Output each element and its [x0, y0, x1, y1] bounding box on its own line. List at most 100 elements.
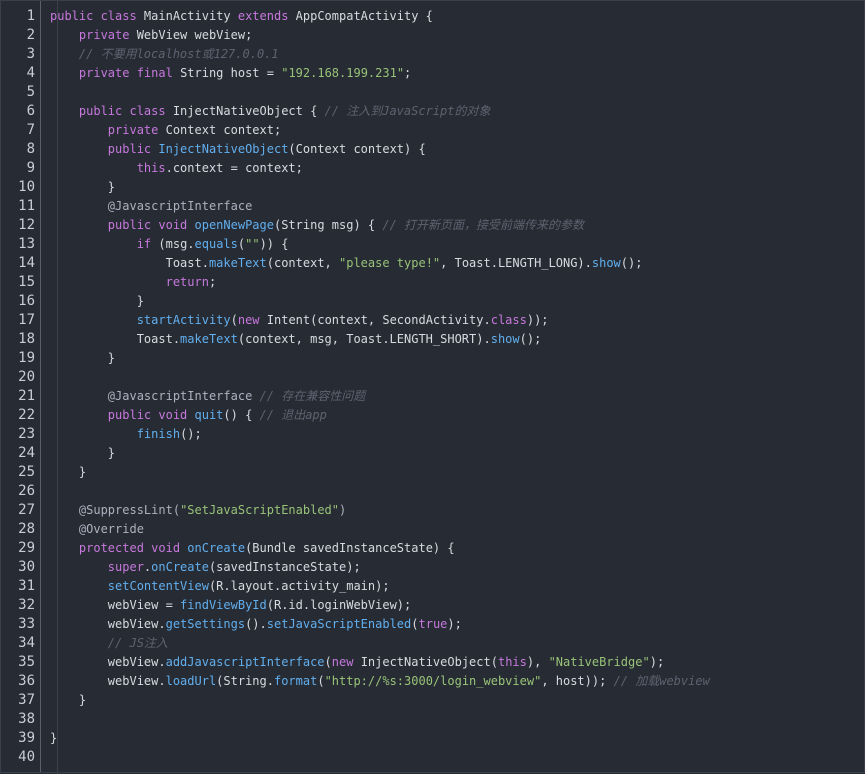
code-line[interactable]: 25 }: [1, 463, 865, 482]
code-token: quit: [194, 408, 224, 422]
code-token: }: [50, 180, 116, 194]
code-line[interactable]: 34 // JS注入: [1, 634, 865, 653]
code-line[interactable]: 29 protected void onCreate(Bundle savedI…: [1, 539, 865, 558]
code-line[interactable]: 8 public InjectNativeObject(Context cont…: [1, 140, 865, 159]
code-text: return;: [50, 273, 217, 292]
code-line[interactable]: 28 @Override: [1, 520, 865, 539]
line-number: 36: [18, 673, 35, 689]
code-line[interactable]: 7 private Context context;: [1, 121, 865, 140]
code-token: Toast.: [50, 256, 209, 270]
code-token: (: [411, 617, 419, 631]
code-line[interactable]: 3 // 不要用localhost或127.0.0.1: [1, 45, 865, 64]
line-number: 30: [18, 559, 35, 575]
line-number: 26: [18, 483, 35, 499]
code-token: AppCompatActivity {: [295, 9, 433, 23]
code-token: this: [497, 655, 527, 669]
code-token: ().: [245, 617, 267, 631]
code-token: // 不要用localhost或127.0.0.1: [78, 47, 279, 61]
code-line[interactable]: 15 return;: [1, 273, 865, 292]
code-line[interactable]: 30 super.onCreate(savedInstanceState);: [1, 558, 865, 577]
code-editor[interactable]: 1 public class MainActivity extends AppCo…: [0, 0, 865, 774]
line-number: 7: [26, 122, 35, 138]
code-line[interactable]: 9 this.context = context;: [1, 159, 865, 178]
code-text: @JavascriptInterface // 存在兼容性问题: [50, 387, 365, 406]
code-line[interactable]: 18 Toast.makeText(context, msg, Toast.LE…: [1, 330, 865, 349]
line-number: 40: [18, 749, 35, 765]
code-line[interactable]: 2 private WebView webView;: [1, 26, 865, 45]
code-line[interactable]: 26: [1, 482, 865, 501]
code-line[interactable]: 37 }: [1, 691, 865, 710]
code-token: finish: [136, 427, 181, 441]
line-number: 4: [26, 65, 35, 81]
line-number: 33: [18, 616, 35, 632]
code-token: (R.layout.activity_main);: [208, 579, 390, 593]
code-line[interactable]: 31 setContentView(R.layout.activity_main…: [1, 577, 865, 596]
code-line[interactable]: 4 private final String host = "192.168.1…: [1, 64, 865, 83]
code-line[interactable]: 33 webView.getSettings().setJavaScriptEn…: [1, 615, 865, 634]
code-text: }: [50, 729, 57, 748]
code-line[interactable]: 6 public class InjectNativeObject { // 注…: [1, 102, 865, 121]
code-token: (msg.: [158, 237, 195, 251]
code-token: private: [78, 28, 137, 42]
code-line[interactable]: 13 if (msg.equals("")) {: [1, 235, 865, 254]
code-text: @Override: [50, 520, 144, 539]
line-number: 11: [18, 198, 35, 214]
code-line[interactable]: 27 @SuppressLint("SetJavaScriptEnabled"): [1, 501, 865, 520]
code-line[interactable]: 12 public void openNewPage(String msg) {…: [1, 216, 865, 235]
code-token: @JavascriptInterface: [107, 199, 253, 213]
code-token: (: [317, 674, 325, 688]
code-line[interactable]: 21 @JavascriptInterface // 存在兼容性问题: [1, 387, 865, 406]
code-token: super: [107, 560, 144, 574]
line-number: 31: [18, 578, 35, 594]
code-line[interactable]: 32 webView = findViewById(R.id.loginWebV…: [1, 596, 865, 615]
code-line[interactable]: 39}: [1, 729, 865, 748]
line-number: 17: [18, 312, 35, 328]
code-lines[interactable]: 1 public class MainActivity extends AppCo…: [1, 7, 865, 767]
line-number: 39: [18, 730, 35, 746]
code-line[interactable]: 40: [1, 748, 865, 767]
code-line[interactable]: 19 }: [1, 349, 865, 368]
code-line[interactable]: 17 startActivity(new Intent(context, Sec…: [1, 311, 865, 330]
code-line[interactable]: 20: [1, 368, 865, 387]
code-line[interactable]: 36 webView.loadUrl(String.format("http:/…: [1, 672, 865, 691]
code-token: "NativeBridge": [548, 655, 650, 669]
code-token: private: [107, 123, 166, 137]
code-token: (savedInstanceState);: [208, 560, 361, 574]
line-number: 27: [18, 502, 35, 518]
code-token: ();: [519, 332, 542, 346]
code-token: webView =: [50, 598, 181, 612]
code-line[interactable]: 16 }: [1, 292, 865, 311]
code-line[interactable]: 11 @JavascriptInterface: [1, 197, 865, 216]
line-number: 37: [18, 692, 35, 708]
line-number: 19: [18, 350, 35, 366]
line-number: 24: [18, 445, 35, 461]
code-line[interactable]: 38: [1, 710, 865, 729]
code-token: // 打开新页面，接受前端传来的参数: [382, 218, 585, 232]
code-line[interactable]: 24 }: [1, 444, 865, 463]
code-token: equals: [194, 237, 238, 251]
code-line[interactable]: 10 }: [1, 178, 865, 197]
code-line[interactable]: 1 public class MainActivity extends AppCo…: [1, 7, 865, 26]
code-token: "": [245, 237, 260, 251]
code-text: if (msg.equals("")) {: [50, 235, 289, 254]
code-token: onCreate: [187, 541, 246, 555]
code-line[interactable]: 23 finish();: [1, 425, 865, 444]
code-line[interactable]: 35 webView.addJavascriptInterface(new In…: [1, 653, 865, 672]
code-text: webView.getSettings().setJavaScriptEnabl…: [50, 615, 462, 634]
code-text: webView.addJavascriptInterface(new Injec…: [50, 653, 664, 672]
code-token: , host));: [541, 674, 614, 688]
code-line[interactable]: 22 public void quit() { // 退出app: [1, 406, 865, 425]
code-token: "192.168.199.231": [281, 66, 405, 80]
line-number: 38: [18, 711, 35, 727]
code-line[interactable]: 5: [1, 83, 865, 102]
code-line[interactable]: 14 Toast.makeText(context, "please type!…: [1, 254, 865, 273]
line-number: 29: [18, 540, 35, 556]
line-number: 34: [18, 635, 35, 651]
